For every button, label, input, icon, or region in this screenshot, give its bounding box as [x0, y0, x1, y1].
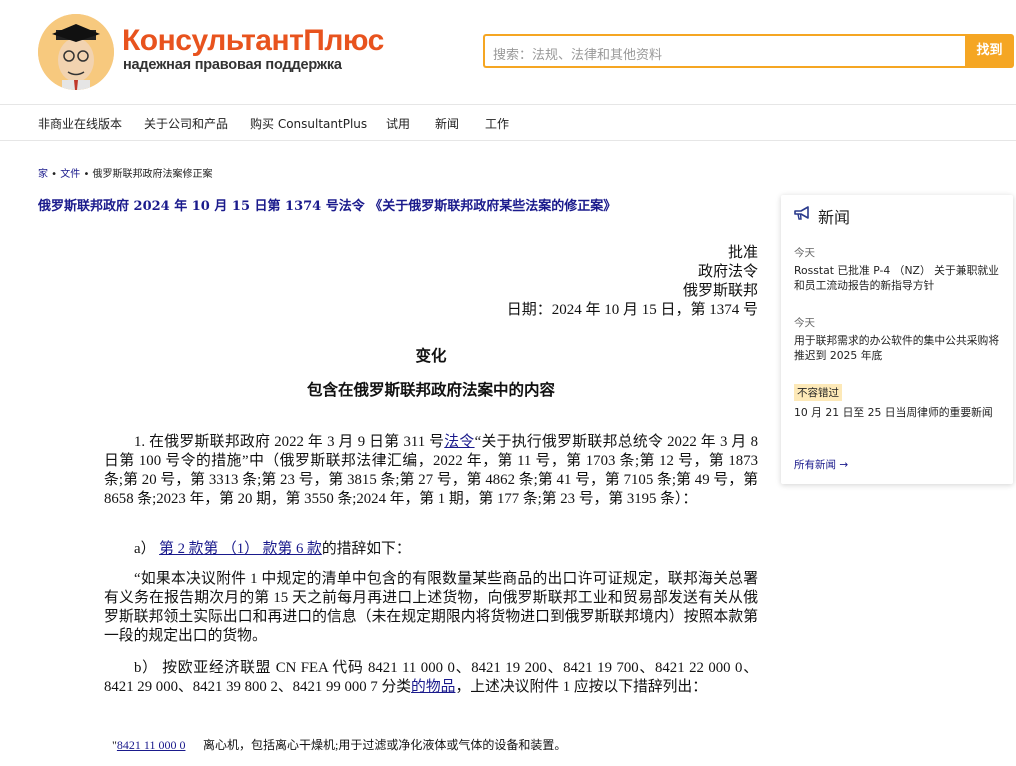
nav-item-noncommercial[interactable]: 非商业在线版本	[38, 115, 122, 132]
news-item-link[interactable]: 10 月 21 日至 25 日当周律师的重要新闻	[794, 405, 1004, 420]
document-title: 俄罗斯联邦政府 2024 年 10 月 15 日第 1374 号法令 《关于俄罗…	[38, 199, 617, 214]
nav-item-trial[interactable]: 试用	[386, 115, 410, 132]
nav-item-jobs[interactable]: 工作	[485, 115, 509, 132]
news-item-link[interactable]: 用于联邦需求的办公软件的集中公共采购将推迟到 2025 年底	[794, 333, 1004, 363]
approval-line: 俄罗斯联邦	[682, 283, 758, 299]
site-header: КонсультантПлюс надежная правовая поддер…	[0, 0, 1016, 105]
must-read-badge: 不容错过	[794, 384, 842, 401]
clause-link[interactable]: 第 2 款第 （1） 款第 6 款	[159, 541, 322, 557]
paragraph-1: 1. 在俄罗斯联邦政府 2022 年 3 月 9 日第 311 号法令“关于执行…	[104, 433, 758, 509]
table-code-cell: "8421 11 000 0	[112, 738, 185, 753]
search-button[interactable]: 找到	[965, 34, 1014, 68]
breadcrumb-separator: •	[80, 169, 93, 180]
all-news-link[interactable]: 所有新闻 →	[794, 457, 848, 472]
approval-line: 日期：2024 年 10 月 15 日，第 1374 号	[506, 302, 758, 318]
news-item-link[interactable]: Rosstat 已批准 P-4 （NZ） 关于兼职就业和员工流动报告的新指导方针	[794, 263, 1004, 293]
paragraph-text: 1. 在俄罗斯联邦政府 2022 年 3 月 9 日第 311 号	[134, 434, 445, 450]
breadcrumb-separator: •	[48, 169, 61, 180]
main-nav: 非商业在线版本 关于公司和产品 购买 ConsultantPlus 试用 新闻 …	[0, 104, 1016, 141]
approval-line: 批准	[727, 245, 758, 261]
breadcrumb-docs-link[interactable]: 文件	[60, 169, 80, 180]
nav-item-buy[interactable]: 购买 ConsultantPlus	[250, 115, 367, 132]
breadcrumb-home-link[interactable]: 家	[38, 169, 48, 180]
nav-item-news[interactable]: 新闻	[435, 115, 459, 132]
paragraph-prefix: a）	[134, 541, 156, 557]
table-description-cell: 离心机，包括离心干燥机;用于过滤或净化液体或气体的设备和装置。	[203, 738, 567, 752]
news-date: 今天	[794, 317, 815, 329]
megaphone-icon	[793, 205, 811, 221]
logo-title[interactable]: КонсультантПлюс	[122, 25, 384, 57]
logo-subtitle: надежная правовая поддержка	[123, 57, 342, 73]
paragraph-b: b） 按欧亚经济联盟 CN FEA 代码 8421 11 000 0、8421 …	[104, 659, 758, 697]
document-heading: 变化	[415, 348, 447, 365]
approval-line: 政府法令	[697, 264, 758, 280]
search-input[interactable]: 搜索：法规、法律和其他资料	[483, 34, 965, 68]
quoted-paragraph: “如果本决议附件 1 中规定的清单中包含的有限数量某些商品的出口许可证规定，联邦…	[104, 571, 758, 644]
decree-link[interactable]: 法令	[444, 434, 474, 450]
code-link[interactable]: 8421 11 000 0	[117, 738, 186, 752]
paragraph-a: a） 第 2 款第 （1） 款第 6 款的措辞如下：	[104, 540, 758, 559]
paragraph-text: 的措辞如下：	[321, 541, 411, 557]
approval-block: 批准 政府法令 俄罗斯联邦 日期：2024 年 10 月 15 日，第 1374…	[507, 244, 758, 320]
nav-item-about[interactable]: 关于公司和产品	[144, 115, 228, 132]
logo-mascot-image[interactable]	[38, 14, 114, 90]
news-date: 今天	[794, 247, 815, 259]
paragraph-text: ，上述决议附件 1 应按以下措辞列出：	[455, 679, 708, 695]
news-title: 新闻	[818, 208, 851, 227]
document-subheading: 包含在俄罗斯联邦政府法案中的内容	[306, 382, 555, 399]
goods-link[interactable]: 的物品	[411, 679, 455, 695]
breadcrumb: 家 • 文件 • 俄罗斯联邦政府法案修正案	[38, 165, 213, 180]
breadcrumb-current: 俄罗斯联邦政府法案修正案	[92, 169, 213, 180]
news-panel: 新闻 今天 Rosstat 已批准 P-4 （NZ） 关于兼职就业和员工流动报告…	[781, 195, 1013, 484]
